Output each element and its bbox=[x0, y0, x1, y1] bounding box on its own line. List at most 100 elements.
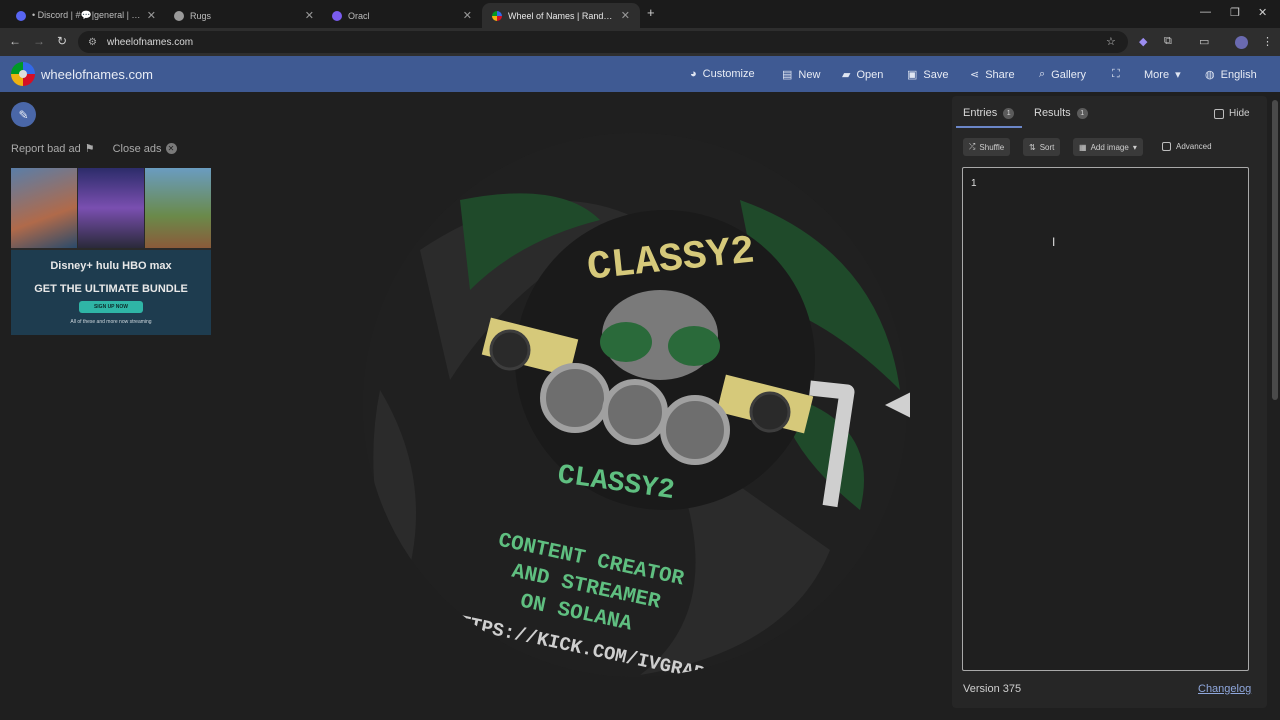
palette-icon: ◕ bbox=[690, 68, 697, 80]
more-label: More bbox=[1144, 68, 1170, 81]
report-bad-ad-link[interactable]: Report bad ad ⚑ bbox=[11, 142, 95, 156]
sort-button[interactable]: ⇅ Sort bbox=[1023, 138, 1061, 156]
entries-textarea[interactable]: 1 bbox=[962, 167, 1249, 671]
close-window-icon[interactable]: ✕ bbox=[1258, 6, 1267, 19]
mask-lens-left bbox=[600, 322, 652, 362]
new-button[interactable]: ▤ New bbox=[782, 68, 820, 82]
discord-favicon-icon bbox=[16, 10, 26, 21]
rugs-favicon-icon bbox=[174, 10, 184, 21]
text-cursor-icon: I bbox=[1052, 235, 1056, 249]
checkbox-icon[interactable] bbox=[1214, 108, 1224, 119]
entries-count-badge: 1 bbox=[1003, 107, 1015, 119]
globe-icon: ◍ bbox=[1205, 69, 1215, 81]
close-ads-link[interactable]: Close ads ✕ bbox=[113, 142, 177, 155]
spin-wheel[interactable]: CLASSY2 CLASSY2 CONTENT CREATOR AND STRE… bbox=[360, 130, 910, 680]
mask-filter-right bbox=[660, 395, 730, 465]
shuffle-button[interactable]: ⤮ Shuffle bbox=[963, 138, 1011, 156]
report-label: Report bad ad bbox=[11, 142, 81, 155]
oracl-favicon-icon bbox=[332, 10, 342, 21]
panel-tabs: Entries 1 Results 1 Hide bbox=[952, 96, 1267, 128]
solana-coin-icon bbox=[749, 391, 791, 433]
close-tab-icon[interactable]: ✕ bbox=[463, 9, 472, 22]
sort-icon: ⇅ bbox=[1029, 142, 1036, 152]
add-image-label: Add image bbox=[1090, 142, 1129, 152]
sort-label: Sort bbox=[1039, 142, 1055, 152]
reload-icon[interactable]: ↻ bbox=[57, 34, 67, 48]
ad-cta-button[interactable]: SIGN UP NOW bbox=[79, 301, 143, 313]
language-button[interactable]: ◍ English bbox=[1205, 68, 1257, 82]
add-image-button[interactable]: ▦ Add image ▾ bbox=[1073, 138, 1143, 156]
tab-title: Rugs bbox=[190, 10, 212, 21]
save-label: Save bbox=[923, 68, 949, 81]
browser-toolbar: ← → ↻ ⚙ wheelofnames.com ☆ ◆ ⧉ ▭ ⋮ bbox=[0, 28, 1280, 56]
save-icon: ▣ bbox=[907, 69, 918, 81]
search-icon: ⌕ bbox=[1039, 68, 1046, 80]
ad-fine-print: All of these and more now streaming bbox=[70, 319, 152, 325]
checkbox-icon[interactable] bbox=[1162, 142, 1171, 151]
forward-arrow-icon[interactable]: → bbox=[33, 34, 45, 48]
more-menu-button[interactable]: More ▾ bbox=[1144, 68, 1181, 82]
advanced-label: Advanced bbox=[1176, 142, 1212, 151]
folder-icon: ▰ bbox=[842, 69, 851, 81]
browser-tab-rugs[interactable]: Rugs ✕ bbox=[164, 3, 324, 28]
shuffle-label: Shuffle bbox=[979, 142, 1005, 152]
close-tab-icon[interactable]: ✕ bbox=[621, 9, 630, 22]
site-info-icon[interactable]: ⚙ bbox=[88, 37, 97, 48]
share-button[interactable]: ⋖ Share bbox=[970, 68, 1015, 82]
browser-tab-wheel-of-names[interactable]: Wheel of Names | Random nam ✕ bbox=[482, 3, 640, 28]
ad-bundle-banner: Disney+ hulu HBO max GET THE ULTIMATE BU… bbox=[11, 250, 211, 335]
profile-avatar[interactable] bbox=[1235, 36, 1248, 49]
tab-entries[interactable]: Entries 1 bbox=[963, 107, 1015, 119]
address-bar[interactable]: ⚙ wheelofnames.com bbox=[78, 31, 1128, 53]
edit-wheel-button[interactable]: ✎ bbox=[11, 102, 36, 127]
hide-checkbox[interactable]: Hide bbox=[1214, 108, 1250, 119]
new-tab-button[interactable]: + bbox=[647, 5, 655, 20]
fullscreen-icon: ⛶ bbox=[1112, 68, 1120, 80]
hide-label: Hide bbox=[1229, 108, 1250, 119]
wheel-logo-icon[interactable] bbox=[11, 62, 35, 86]
version-text: Version 375 bbox=[963, 683, 1022, 695]
restore-icon[interactable]: ❐ bbox=[1230, 6, 1240, 19]
browser-menu-icon[interactable]: ⋮ bbox=[1262, 35, 1273, 48]
advanced-checkbox[interactable]: Advanced bbox=[1162, 142, 1212, 151]
results-count-badge: 1 bbox=[1076, 107, 1088, 119]
browser-tab-oracl[interactable]: Oracl ✕ bbox=[322, 3, 482, 28]
close-tab-icon[interactable]: ✕ bbox=[305, 9, 314, 22]
extensions-puzzle-icon[interactable]: ⧉ bbox=[1164, 35, 1172, 48]
minimize-icon[interactable]: — bbox=[1200, 6, 1211, 18]
bookmark-star-icon[interactable]: ☆ bbox=[1106, 35, 1116, 48]
ad-controls: Report bad ad ⚑ Close ads ✕ bbox=[11, 142, 177, 155]
fullscreen-button[interactable]: ⛶ bbox=[1112, 68, 1120, 81]
chevron-down-icon: ▾ bbox=[1132, 142, 1137, 152]
page-scrollbar[interactable] bbox=[1272, 100, 1278, 400]
extension-icon[interactable]: ◆ bbox=[1139, 35, 1147, 48]
ad-logos: Disney+ hulu HBO max bbox=[50, 260, 172, 272]
ad-tile-image bbox=[145, 168, 211, 248]
flag-icon: ⚑ bbox=[84, 143, 95, 155]
browser-tab-discord[interactable]: • Discord | #💬|general | rugs ✕ bbox=[6, 3, 166, 28]
side-panel-icon[interactable]: ▭ bbox=[1199, 35, 1209, 48]
solana-coin-icon bbox=[489, 329, 531, 371]
advertisement[interactable]: Disney+ hulu HBO max GET THE ULTIMATE BU… bbox=[11, 168, 211, 335]
browser-tab-strip: • Discord | #💬|general | rugs ✕ Rugs ✕ O… bbox=[0, 0, 1280, 28]
tab-title: Oracl bbox=[348, 10, 370, 21]
brand-title[interactable]: wheelofnames.com bbox=[41, 67, 153, 82]
close-circle-icon: ✕ bbox=[165, 143, 177, 154]
entries-tab-label: Entries bbox=[963, 107, 998, 119]
back-arrow-icon[interactable]: ← bbox=[9, 34, 21, 48]
shuffle-icon: ⤮ bbox=[969, 142, 976, 151]
tab-results[interactable]: Results 1 bbox=[1034, 107, 1088, 119]
changelog-link[interactable]: Changelog bbox=[1198, 683, 1251, 695]
open-button[interactable]: ▰ Open bbox=[842, 68, 884, 82]
gallery-button[interactable]: ⌕ Gallery bbox=[1039, 68, 1086, 81]
open-label: Open bbox=[856, 68, 884, 81]
mask-filter-left bbox=[540, 363, 610, 433]
active-tab-indicator bbox=[956, 126, 1022, 128]
close-ads-label: Close ads bbox=[112, 142, 162, 155]
mask-lens-right bbox=[668, 326, 720, 366]
gallery-label: Gallery bbox=[1051, 68, 1087, 81]
tab-title: • Discord | #💬|general | rugs bbox=[32, 10, 141, 20]
customize-button[interactable]: ◕ Customize bbox=[690, 68, 755, 80]
save-button[interactable]: ▣ Save bbox=[907, 68, 949, 82]
close-tab-icon[interactable]: ✕ bbox=[147, 9, 156, 22]
